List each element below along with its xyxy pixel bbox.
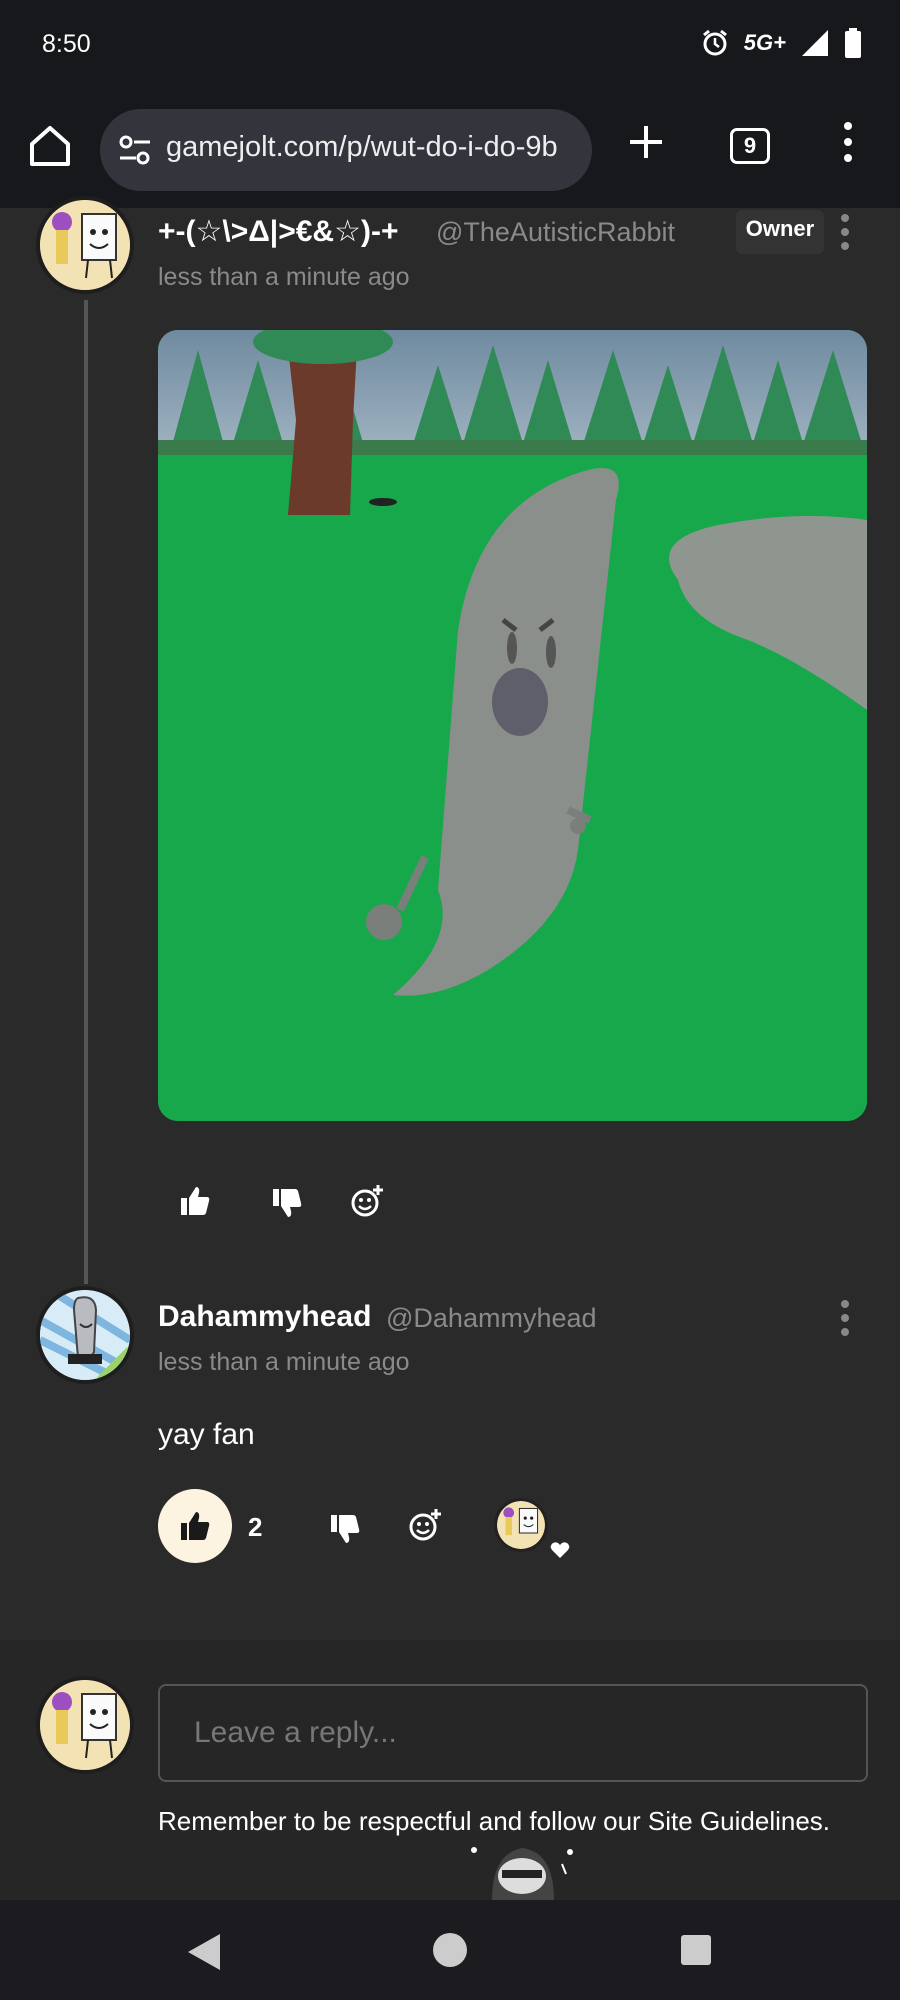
post-image[interactable] — [158, 330, 867, 1121]
recents-icon[interactable] — [680, 1934, 712, 1966]
avatar-image — [497, 1501, 545, 1549]
avatar-image — [40, 1680, 130, 1770]
like-icon[interactable] — [178, 1184, 212, 1218]
like-count[interactable]: 2 — [248, 1512, 262, 1543]
comment-author-avatar[interactable] — [36, 1286, 134, 1384]
add-reaction-icon[interactable] — [408, 1508, 442, 1542]
browser-toolbar: gamejolt.com/p/wut-do-i-do-9b 9 — [0, 90, 900, 208]
dislike-icon[interactable] — [328, 1512, 362, 1546]
post-author-name[interactable]: +-(☆\>Δ|>€&☆)-+ — [158, 214, 398, 249]
url-text[interactable]: gamejolt.com/p/wut-do-i-do-9b — [166, 131, 576, 164]
heart-icon — [547, 1537, 573, 1563]
new-tab-icon[interactable] — [624, 120, 668, 164]
tab-switcher-button[interactable]: 9 — [730, 128, 770, 164]
home-icon[interactable] — [26, 122, 74, 170]
avatar-image — [40, 200, 130, 290]
system-nav-bar — [0, 1900, 900, 2000]
mascot-image — [471, 1847, 573, 1900]
status-icons: 5G+ — [700, 28, 862, 58]
liked-by-owner-avatar[interactable] — [494, 1498, 548, 1552]
post-timestamp: less than a minute ago — [158, 263, 410, 291]
site-settings-icon[interactable] — [116, 131, 154, 169]
more-options-icon[interactable] — [836, 120, 860, 164]
post-options-icon[interactable] — [838, 212, 852, 252]
status-time: 8:50 — [42, 30, 91, 58]
reply-input[interactable] — [158, 1684, 868, 1782]
like-button-active[interactable] — [158, 1489, 232, 1563]
avatar-image — [40, 1290, 130, 1380]
owner-badge: Owner — [736, 210, 824, 254]
comment-text: yay fan — [158, 1418, 255, 1451]
network-label: 5G+ — [743, 30, 786, 55]
post-author-avatar[interactable] — [36, 196, 134, 294]
battery-icon — [845, 28, 861, 58]
thread-line — [84, 300, 88, 1284]
comment-timestamp: less than a minute ago — [158, 1348, 410, 1376]
alarm-icon — [702, 29, 727, 56]
like-icon — [181, 1512, 210, 1540]
back-icon[interactable] — [186, 1932, 222, 1972]
home-nav-icon[interactable] — [432, 1932, 468, 1968]
add-reaction-icon[interactable] — [350, 1184, 384, 1218]
comment-author-handle[interactable]: @Dahammyhead — [386, 1303, 597, 1334]
guidelines-text: Remember to be respectful and follow our… — [158, 1806, 831, 1836]
game-screenshot-image — [158, 330, 867, 1121]
post-author-handle[interactable]: @TheAutisticRabbit — [436, 217, 675, 248]
comment-author-name[interactable]: Dahammyhead — [158, 1300, 371, 1334]
comment-options-icon[interactable] — [838, 1298, 852, 1338]
signal-icon — [802, 30, 828, 56]
current-user-avatar[interactable] — [36, 1676, 134, 1774]
dislike-icon[interactable] — [270, 1186, 304, 1220]
status-bar: 8:50 5G+ — [0, 0, 900, 90]
address-bar[interactable]: gamejolt.com/p/wut-do-i-do-9b — [100, 109, 592, 191]
